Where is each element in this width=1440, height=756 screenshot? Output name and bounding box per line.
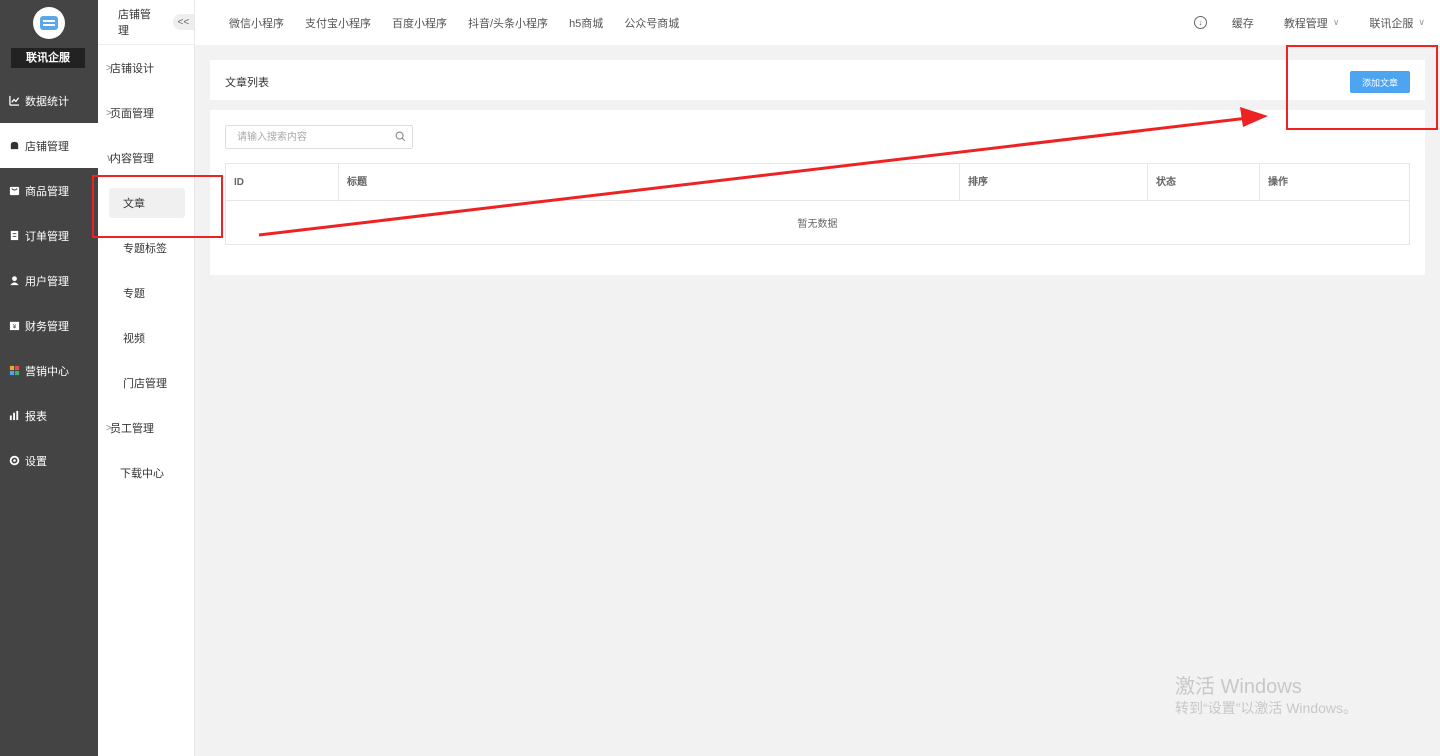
- sidebar-item-label: 营销中心: [25, 365, 69, 378]
- cache-button[interactable]: 缓存: [1232, 15, 1254, 31]
- tutorial-label: 教程管理: [1283, 17, 1328, 30]
- main-nav: 数据统计 店铺管理 商品管理 订单管理 用户管理 ¥ 财务管理 营销中心 报表: [0, 78, 98, 483]
- sub-item-label: 员工管理: [110, 423, 154, 435]
- annotation-box-article: [92, 175, 223, 238]
- page-title: 文章列表: [225, 77, 269, 89]
- brand-name: 联讯企服: [11, 48, 85, 68]
- watermark-line1: 激活 Windows: [1175, 676, 1302, 698]
- sidebar-item-finance[interactable]: ¥ 财务管理: [0, 303, 98, 348]
- sidebar-item-goods[interactable]: 商品管理: [0, 168, 98, 213]
- top-bar: 微信小程序 支付宝小程序 百度小程序 抖音/头条小程序 h5商城 公众号商城 ↓…: [195, 0, 1440, 45]
- account-label: 联讯企服: [1369, 17, 1414, 30]
- sub-sidebar-title: 店铺管理: [118, 9, 151, 37]
- sidebar-item-users[interactable]: 用户管理: [0, 258, 98, 303]
- sidebar-item-label: 财务管理: [25, 320, 69, 333]
- sidebar-item-report[interactable]: 报表: [0, 393, 98, 438]
- sidebar-item-store[interactable]: 店铺管理: [0, 123, 98, 168]
- sub-item-store-design[interactable]: > 店铺设计: [98, 53, 194, 83]
- tab-alipay-miniapp[interactable]: 支付宝小程序: [305, 15, 371, 31]
- logo-icon[interactable]: [33, 7, 65, 39]
- sidebar-item-orders[interactable]: 订单管理: [0, 213, 98, 258]
- sub-item-topic[interactable]: 专题: [98, 278, 194, 308]
- store-icon: [9, 140, 20, 151]
- sub-item-label: 页面管理: [110, 108, 154, 120]
- finance-icon: ¥: [9, 320, 20, 331]
- sidebar-item-label: 数据统计: [25, 95, 69, 108]
- annotation-box-add-button: [1286, 45, 1438, 130]
- sub-item-content-manage[interactable]: ∨ 内容管理: [98, 143, 194, 173]
- watermark-line2: 转到“设置”以激活 Windows。: [1175, 700, 1358, 716]
- sub-sidebar-header: 店铺管理 <<: [98, 0, 194, 45]
- top-right-actions: ↓ 缓存 教程管理 ∨ 联讯企服 ∨: [1193, 0, 1440, 45]
- sidebar-item-stats[interactable]: 数据统计: [0, 78, 98, 123]
- sidebar-item-label: 设置: [25, 455, 47, 468]
- column-header-title: 标题: [339, 164, 960, 200]
- chart-icon: [9, 95, 20, 106]
- tab-baidu-miniapp[interactable]: 百度小程序: [392, 15, 447, 31]
- column-header-actions: 操作: [1268, 177, 1288, 188]
- sub-item-page-manage[interactable]: > 页面管理: [98, 98, 194, 128]
- account-dropdown[interactable]: 联讯企服 ∨: [1369, 15, 1425, 31]
- collapse-button[interactable]: <<: [172, 14, 194, 30]
- tab-wechat-miniapp[interactable]: 微信小程序: [229, 15, 284, 31]
- article-table: ID 标题 排序 状态 操作 暂无数据: [225, 163, 1410, 245]
- tab-h5-mall[interactable]: h5商城: [569, 15, 603, 31]
- sub-item-video[interactable]: 视频: [98, 323, 194, 353]
- sidebar-item-label: 报表: [25, 410, 47, 423]
- sidebar-item-label: 店铺管理: [25, 140, 69, 153]
- tab-official-account-mall[interactable]: 公众号商城: [624, 15, 679, 31]
- chevron-right-icon: >: [106, 107, 112, 119]
- sidebar-item-settings[interactable]: 设置: [0, 438, 98, 483]
- chevron-right-icon: >: [106, 62, 112, 74]
- report-icon: [9, 410, 20, 421]
- sub-item-label: 店铺设计: [110, 63, 154, 75]
- goods-icon: [9, 185, 20, 196]
- sidebar-item-label: 用户管理: [25, 275, 69, 288]
- svg-text:¥: ¥: [13, 324, 17, 331]
- chevron-down-icon: ∨: [1418, 17, 1425, 27]
- empty-state: 暂无数据: [797, 219, 838, 230]
- article-list-body: ID 标题 排序 状态 操作 暂无数据: [210, 110, 1425, 275]
- table-header: ID 标题 排序 状态 操作: [226, 164, 1409, 201]
- search-input[interactable]: [225, 125, 413, 149]
- tab-douyin-miniapp[interactable]: 抖音/头条小程序: [468, 15, 548, 31]
- article-list-header: 文章列表 添加文章: [210, 60, 1425, 100]
- sidebar-item-marketing[interactable]: 营销中心: [0, 348, 98, 393]
- chevron-down-icon: ∨: [1332, 17, 1340, 27]
- search-icon[interactable]: [395, 131, 406, 142]
- chevron-down-icon: ∨: [106, 152, 114, 164]
- column-header-status: 状态: [1148, 164, 1260, 200]
- marketing-icon: [9, 365, 20, 376]
- sub-item-stores[interactable]: 门店管理: [98, 368, 194, 398]
- tutorial-dropdown[interactable]: 教程管理 ∨: [1284, 15, 1340, 31]
- chevron-right-icon: >: [106, 422, 112, 434]
- sidebar-item-label: 订单管理: [25, 230, 69, 243]
- sub-item-staff[interactable]: > 员工管理: [98, 413, 194, 443]
- sub-item-label: 内容管理: [110, 153, 154, 165]
- download-icon[interactable]: ↓: [1193, 16, 1207, 29]
- sub-sidebar: 店铺管理 << > 店铺设计 > 页面管理 ∨ 内容管理 文章 专题标签 专题 …: [98, 0, 195, 756]
- sub-item-download[interactable]: 下载中心: [98, 458, 194, 488]
- user-icon: [9, 275, 20, 286]
- settings-icon: [9, 455, 20, 466]
- order-icon: [9, 230, 20, 241]
- main-sidebar: 联讯企服 数据统计 店铺管理 商品管理 订单管理 用户管理 ¥ 财务管理 营销中…: [0, 0, 98, 756]
- sidebar-item-label: 商品管理: [25, 185, 69, 198]
- column-header-id: ID: [226, 164, 339, 200]
- column-header-sort: 排序: [960, 164, 1148, 200]
